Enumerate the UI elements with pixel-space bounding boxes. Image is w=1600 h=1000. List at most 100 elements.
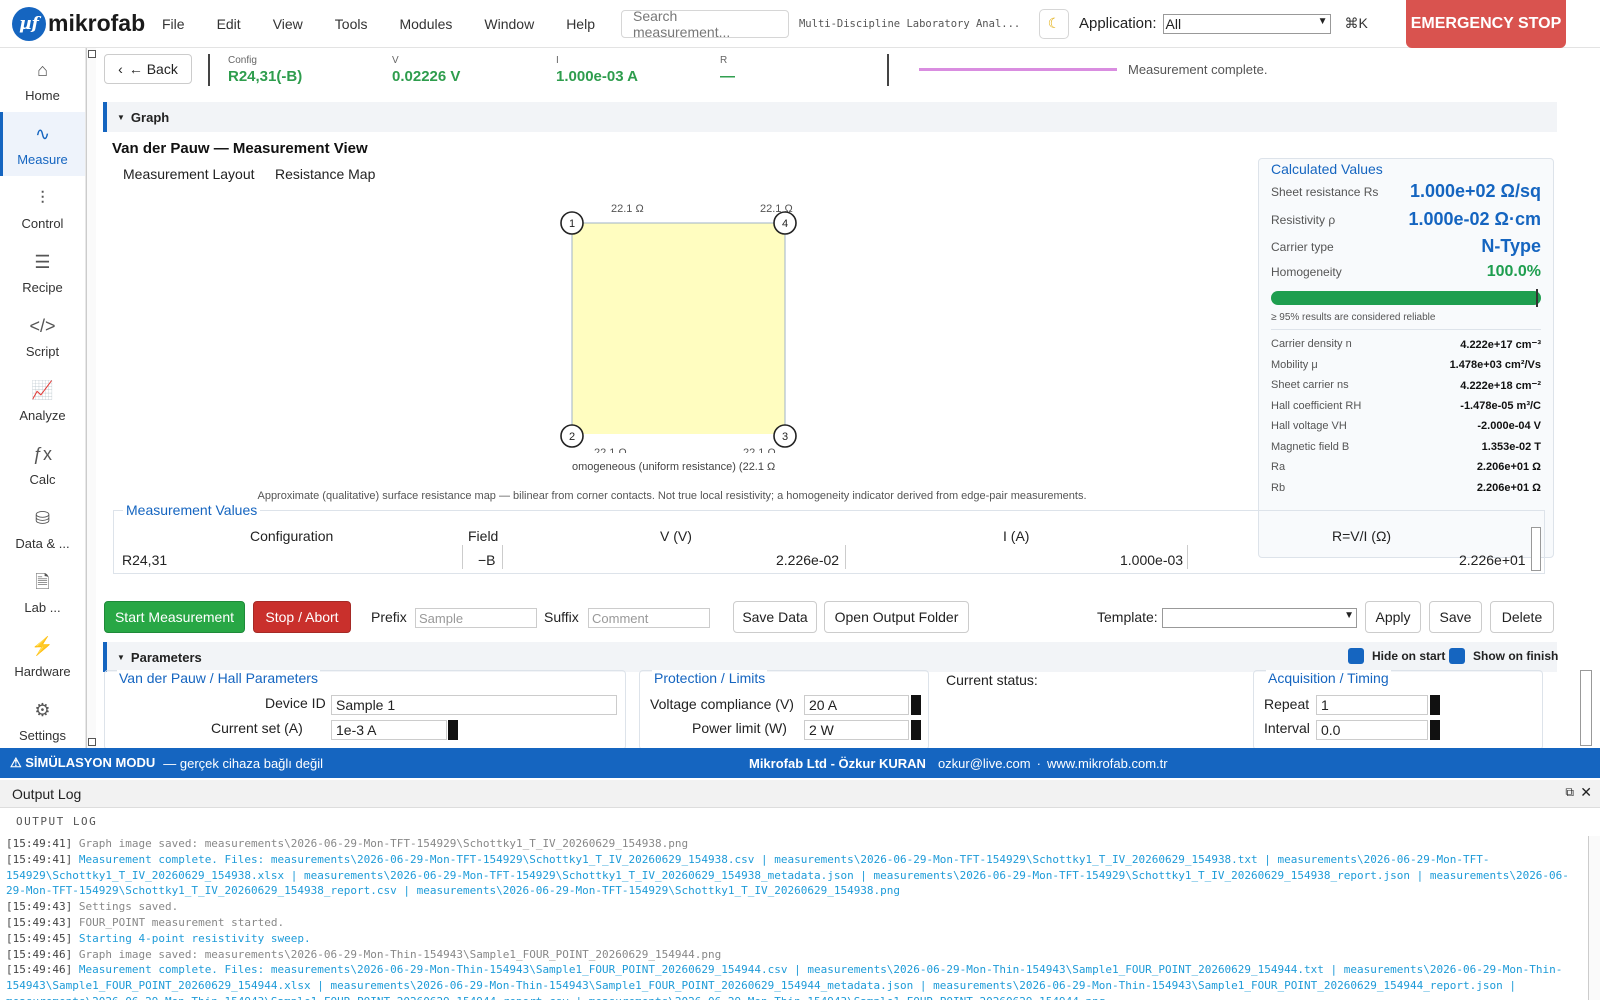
log-timestamp: [15:49:45] xyxy=(6,931,73,945)
sidebar-item-recipe[interactable]: ☰ Recipe xyxy=(0,240,85,304)
graph-section-header[interactable]: ▼ Graph xyxy=(103,102,1557,132)
homogeneity-row: Homogeneity 100.0% xyxy=(1271,263,1541,281)
calc-detail-row: Magnetic field B 1.353e-02 T xyxy=(1271,441,1541,453)
parameters-section-title: Parameters xyxy=(130,649,202,665)
power-limit-input[interactable]: 2 W xyxy=(804,720,909,740)
spinner-icon[interactable] xyxy=(1430,695,1440,715)
list-icon: ☰ xyxy=(34,251,51,272)
log-timestamp: [15:49:41] xyxy=(6,837,73,850)
spinner-icon[interactable] xyxy=(448,720,458,740)
command-palette-shortcut[interactable]: ⌘K xyxy=(1345,15,1368,32)
company-website[interactable]: www.mikrofab.com.tr xyxy=(1047,756,1168,771)
log-timestamp: [15:49:41] xyxy=(6,852,73,866)
open-output-folder-button[interactable]: Open Output Folder xyxy=(824,601,969,633)
table-cell[interactable]: 1.000e-03 xyxy=(1120,549,1183,571)
device-id-input[interactable]: Sample 1 xyxy=(331,695,617,715)
power-limit-label: Power limit (W) xyxy=(692,720,787,736)
menu-view[interactable]: View xyxy=(259,16,321,32)
tab-resistance-map[interactable]: Resistance Map xyxy=(275,166,375,182)
sidebar-item-home[interactable]: ⌂ Home xyxy=(0,48,85,112)
measurement-values-title: Measurement Values xyxy=(123,502,261,518)
code-icon: </> xyxy=(29,315,56,336)
start-measurement-button[interactable]: Start Measurement xyxy=(104,601,245,633)
sheet-resistance-label: Sheet resistance Rs xyxy=(1271,184,1379,199)
log-line: [15:49:46] Graph image saved: measuremen… xyxy=(6,947,1588,963)
sidebar-item-hardware[interactable]: ⚡ Hardware xyxy=(0,624,85,688)
calculated-values-panel: Calculated Values Sheet resistance Rs 1.… xyxy=(1258,158,1554,558)
sheet-resistance-row: Sheet resistance Rs 1.000e+02 Ω/sq xyxy=(1271,181,1541,202)
spinner-icon[interactable] xyxy=(911,720,921,740)
sidebar-item-data[interactable]: ⛁ Data & ... xyxy=(0,496,85,560)
interval-input[interactable]: 0.0 xyxy=(1316,720,1428,740)
delete-template-button[interactable]: Delete xyxy=(1490,601,1554,633)
prefix-input[interactable]: Sample xyxy=(415,608,537,628)
carrier-type-value: N-Type xyxy=(1481,236,1541,256)
sidebar-item-settings[interactable]: ⚙ Settings xyxy=(0,688,85,752)
repeat-input[interactable]: 1 xyxy=(1316,695,1428,715)
spinner-icon[interactable] xyxy=(911,695,921,715)
log-scrollbar[interactable] xyxy=(1588,836,1600,1000)
table-cell[interactable]: 2.226e+01 xyxy=(1459,549,1526,571)
output-log-title: Output Log xyxy=(12,785,82,802)
column-header: Field xyxy=(468,528,499,544)
sidebar-scrollbar[interactable] xyxy=(86,48,96,748)
parameters-section-header[interactable]: ▼ Parameters xyxy=(103,642,1557,672)
sidebar-item-script[interactable]: </> Script xyxy=(0,304,85,368)
emergency-stop-button[interactable]: EMERGENCY STOP xyxy=(1406,0,1566,48)
acquisition-timing-group: Acquisition / Timing Repeat 1 Interval 0… xyxy=(1253,670,1543,748)
back-button[interactable]: ‹ ← Back xyxy=(104,54,192,84)
interval-label: Interval xyxy=(1264,720,1310,736)
table-scrollbar[interactable] xyxy=(1531,527,1541,571)
metric-current-value: 1.000e-03 A xyxy=(556,68,639,85)
hide-on-start-checkbox[interactable]: Hide on start xyxy=(1348,648,1445,664)
moon-icon[interactable]: ☾ xyxy=(1038,8,1069,39)
contact-email[interactable]: ozkur@live.com xyxy=(938,756,1031,771)
stop-abort-button[interactable]: Stop / Abort xyxy=(253,601,351,633)
homogeneity-value: 100.0% xyxy=(1486,263,1541,280)
calc-detail-row: Hall voltage VH -2.000e-04 V xyxy=(1271,420,1541,432)
save-data-button[interactable]: Save Data xyxy=(733,601,817,633)
table-cell[interactable]: R24,31 xyxy=(122,549,167,571)
divider xyxy=(1271,329,1541,330)
suffix-input[interactable]: Comment xyxy=(588,608,710,628)
menu-modules[interactable]: Modules xyxy=(385,16,470,32)
sidebar-item-calc[interactable]: ƒx Calc xyxy=(0,432,85,496)
sheet-resistance-value: 1.000e+02 Ω/sq xyxy=(1409,181,1541,201)
menu-tools[interactable]: Tools xyxy=(321,16,386,32)
menu-window[interactable]: Window xyxy=(470,16,552,32)
sidebar-item-analyze[interactable]: 📈 Analyze xyxy=(0,368,85,432)
current-set-input[interactable]: 1e-3 A xyxy=(331,720,447,740)
apply-button[interactable]: Apply xyxy=(1365,601,1421,633)
log-message: Settings saved. xyxy=(78,900,179,914)
table-cell[interactable]: −B xyxy=(478,549,496,571)
measurement-status: Measurement complete. xyxy=(1128,62,1268,77)
homogeneity-marker xyxy=(1536,289,1538,307)
restore-icon[interactable]: ⧉ xyxy=(1565,785,1574,800)
application-select[interactable]: All ▼ xyxy=(1162,13,1331,34)
parameters-scrollbar[interactable] xyxy=(1580,670,1592,746)
voltage-compliance-input[interactable]: 20 A xyxy=(804,695,909,715)
spinner-icon[interactable] xyxy=(1430,720,1440,740)
table-cell[interactable]: 2.226e-02 xyxy=(776,549,839,571)
show-on-finish-checkbox[interactable]: Show on finish xyxy=(1449,648,1558,664)
divider xyxy=(845,545,846,569)
application-label: Application: xyxy=(1078,15,1157,32)
sidebar-item-lab[interactable]: 🗎 Lab ... xyxy=(0,560,85,624)
resistance-map: 22.1 Ω 22.1 Ω 1 4 22.1 Ω 22.1 Ω 2 3 omog… xyxy=(557,203,807,473)
tab-measurement-layout[interactable]: Measurement Layout xyxy=(123,166,255,182)
menu-help[interactable]: Help xyxy=(552,16,613,32)
divider xyxy=(887,54,889,86)
menu-file[interactable]: File xyxy=(148,16,203,32)
sidebar-item-control[interactable]: ⫶ Control xyxy=(0,176,85,240)
template-select[interactable]: ▼ xyxy=(1162,608,1357,628)
menu-edit[interactable]: Edit xyxy=(203,16,259,32)
sidebar-item-label: Script xyxy=(25,343,60,359)
sidebar-item-measure[interactable]: ∿ Measure xyxy=(0,112,85,176)
search-input[interactable]: Search measurement... xyxy=(620,8,789,40)
homogeneity-label: Homogeneity xyxy=(1271,265,1342,279)
close-icon[interactable]: ✕ xyxy=(1580,784,1592,801)
suffix-label: Suffix xyxy=(544,609,579,625)
calc-detail-value: 1.478e+03 cm²/Vs xyxy=(1449,358,1541,371)
save-template-button[interactable]: Save xyxy=(1429,601,1482,633)
chevron-down-icon: ▼ xyxy=(1344,610,1354,621)
